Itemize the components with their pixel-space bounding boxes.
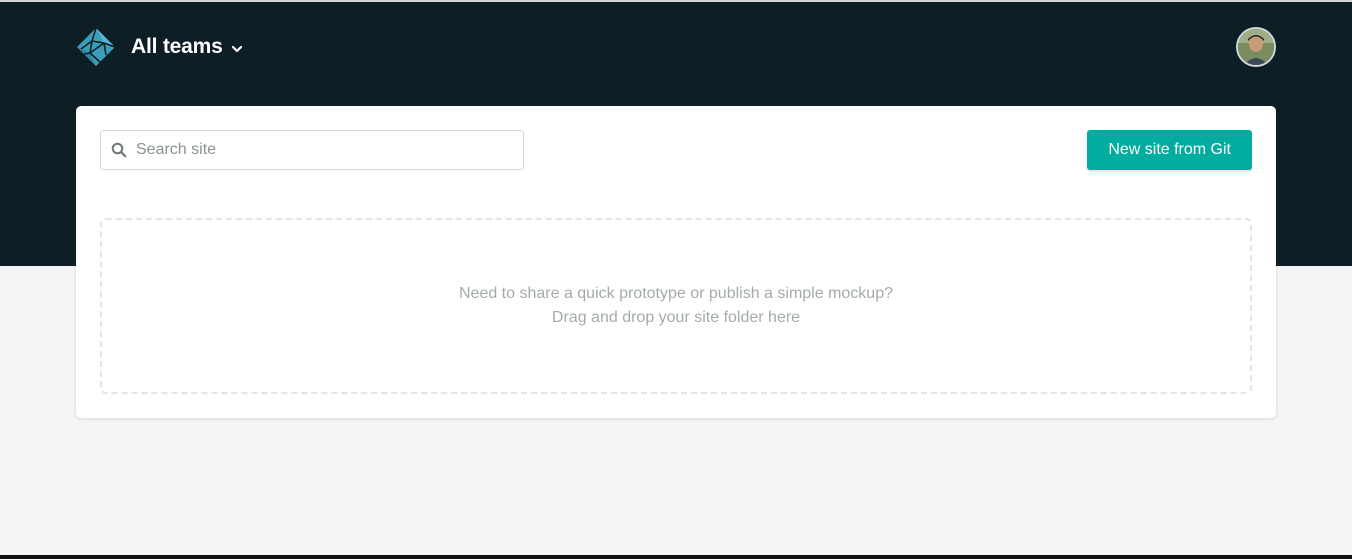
search-icon bbox=[111, 142, 127, 158]
search-input[interactable] bbox=[136, 141, 506, 159]
new-site-from-git-button[interactable]: New site from Git bbox=[1087, 130, 1252, 170]
site-folder-dropzone[interactable]: Need to share a quick prototype or publi… bbox=[100, 218, 1252, 394]
user-avatar-icon bbox=[1238, 29, 1274, 65]
user-avatar[interactable] bbox=[1236, 27, 1276, 67]
chevron-down-icon bbox=[231, 45, 242, 53]
sites-card: New site from Git Need to share a quick … bbox=[76, 106, 1276, 418]
netlify-logo-icon bbox=[77, 27, 116, 66]
dropzone-instruction: Drag and drop your site folder here bbox=[551, 309, 801, 326]
search-box[interactable] bbox=[100, 130, 524, 170]
top-navigation: All teams bbox=[76, 26, 1276, 68]
dropzone-prompt: Need to share a quick prototype or publi… bbox=[458, 285, 893, 302]
app-frame: All teams New site from Git N bbox=[0, 0, 1352, 559]
team-switcher[interactable]: All teams bbox=[76, 27, 243, 67]
team-label: All teams bbox=[131, 35, 223, 58]
